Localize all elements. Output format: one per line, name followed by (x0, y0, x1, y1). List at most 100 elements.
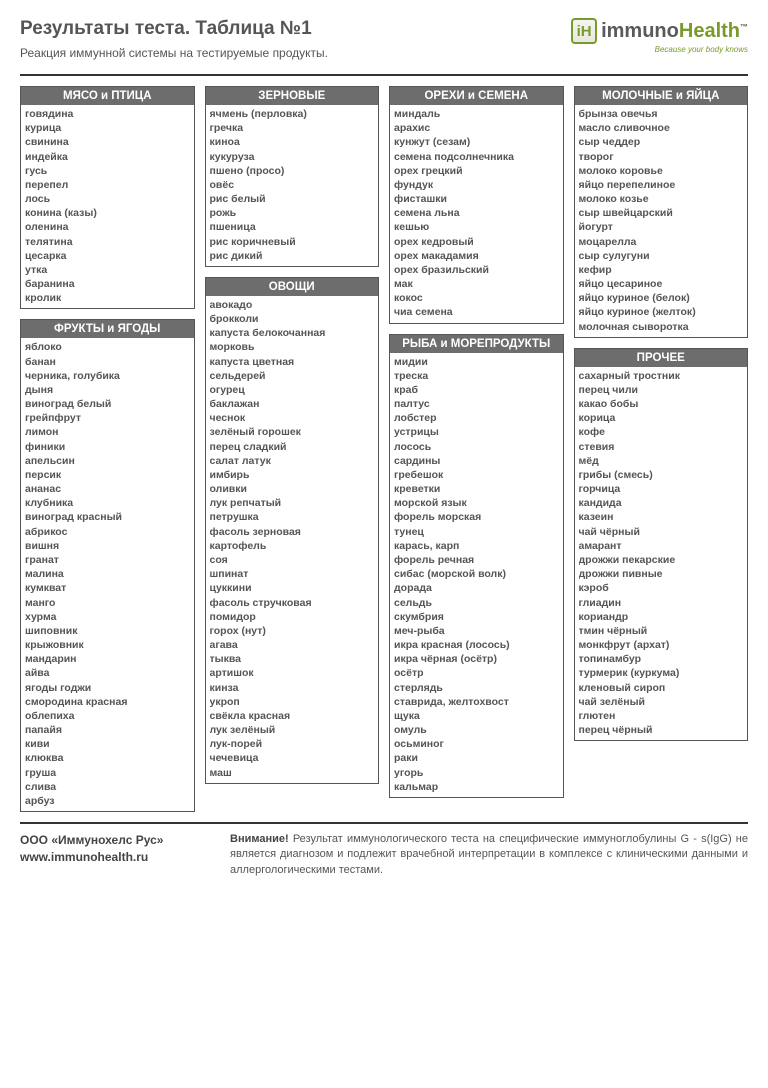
list-item: лобстер (394, 411, 559, 425)
list-item: ягоды годжи (25, 681, 190, 695)
list-item: арахис (394, 121, 559, 135)
category-header: ПРОЧЕЕ (575, 349, 748, 367)
category-body: говядинакурицасвининаиндейкагусьперепелл… (21, 105, 194, 308)
list-item: кефир (579, 263, 744, 277)
list-item: гранат (25, 553, 190, 567)
list-item: семена подсолнечника (394, 150, 559, 164)
list-item: кокос (394, 291, 559, 305)
category-header: РЫБА и МОРЕПРОДУКТЫ (390, 335, 563, 353)
top-divider (20, 74, 748, 76)
list-item: ставрида, желтохвост (394, 695, 559, 709)
column: ОРЕХИ и СЕМЕНАминдальарахискунжут (сезам… (389, 86, 564, 812)
list-item: стевия (579, 440, 744, 454)
footer-warning: Внимание! Результат иммунологического те… (230, 832, 748, 878)
category-body: авокадоброкколикапуста белокочаннаяморко… (206, 296, 379, 783)
list-item: чеснок (210, 411, 375, 425)
list-item: фасоль зерновая (210, 525, 375, 539)
warning-text: Результат иммунологического теста на спе… (230, 833, 748, 876)
list-item: кленовый сироп (579, 681, 744, 695)
list-item: кукуруза (210, 150, 375, 164)
list-item: морковь (210, 340, 375, 354)
list-item: черника, голубика (25, 369, 190, 383)
list-item: капуста белокочанная (210, 326, 375, 340)
list-item: брокколи (210, 312, 375, 326)
list-item: шиповник (25, 624, 190, 638)
list-item: фундук (394, 178, 559, 192)
list-item: лук репчатый (210, 496, 375, 510)
list-item: сыр чеддер (579, 135, 744, 149)
list-item: помидор (210, 610, 375, 624)
category-header: ОВОЩИ (206, 278, 379, 296)
list-item: кэроб (579, 581, 744, 595)
category-header: ОРЕХИ и СЕМЕНА (390, 87, 563, 105)
logo-top: iH immunoHealth™ (571, 18, 748, 44)
list-item: масло сливочное (579, 121, 744, 135)
list-item: кешью (394, 220, 559, 234)
list-item: творог (579, 150, 744, 164)
brand-logo: iH immunoHealth™ Because your body knows (571, 18, 748, 54)
list-item: дыня (25, 383, 190, 397)
list-item: пшеница (210, 220, 375, 234)
list-item: арбуз (25, 794, 190, 808)
list-item: манго (25, 596, 190, 610)
list-item: пшено (просо) (210, 164, 375, 178)
list-item: грейпфрут (25, 411, 190, 425)
list-item: мандарин (25, 652, 190, 666)
list-item: скумбрия (394, 610, 559, 624)
list-item: рожь (210, 206, 375, 220)
page-subtitle: Реакция иммунной системы на тестируемые … (20, 46, 328, 60)
category-body: яблокобананчерника, голубикадынявиноград… (21, 338, 194, 811)
category-box: ОВОЩИавокадоброкколикапуста белокочанная… (205, 277, 380, 784)
list-item: перец чёрный (579, 723, 744, 737)
list-item: салат латук (210, 454, 375, 468)
list-item: оленина (25, 220, 190, 234)
list-item: тыква (210, 652, 375, 666)
category-body: брынза овечьямасло сливочноесыр чеддертв… (575, 105, 748, 337)
list-item: амарант (579, 539, 744, 553)
list-item: угорь (394, 766, 559, 780)
list-item: яйцо куриное (белок) (579, 291, 744, 305)
list-item: укроп (210, 695, 375, 709)
page-title: Результаты теста. Таблица №1 (20, 18, 328, 40)
list-item: виноград красный (25, 510, 190, 524)
list-item: омуль (394, 723, 559, 737)
list-item: сыр сулугуни (579, 249, 744, 263)
list-item: щука (394, 709, 559, 723)
list-item: палтус (394, 397, 559, 411)
list-item: орех кедровый (394, 235, 559, 249)
logo-icon: iH (571, 18, 597, 44)
list-item: морской язык (394, 496, 559, 510)
category-body: сахарный тростникперец чиликакао бобыкор… (575, 367, 748, 740)
list-item: чай зелёный (579, 695, 744, 709)
list-item: кальмар (394, 780, 559, 794)
list-item: тмин чёрный (579, 624, 744, 638)
list-item: сельдь (394, 596, 559, 610)
list-item: капуста цветная (210, 355, 375, 369)
list-item: баклажан (210, 397, 375, 411)
list-item: форель речная (394, 553, 559, 567)
category-body: мидиитрескакрабпалтуслобстерустрицылосос… (390, 353, 563, 797)
list-item: горчица (579, 482, 744, 496)
list-item: глютен (579, 709, 744, 723)
list-item: финики (25, 440, 190, 454)
list-item: монкфрут (архат) (579, 638, 744, 652)
list-item: молоко коровье (579, 164, 744, 178)
list-item: вишня (25, 539, 190, 553)
list-item: сибас (морской волк) (394, 567, 559, 581)
list-item: свинина (25, 135, 190, 149)
list-item: клубника (25, 496, 190, 510)
list-item: авокадо (210, 298, 375, 312)
list-item: оливки (210, 482, 375, 496)
list-item: сардины (394, 454, 559, 468)
list-item: устрицы (394, 425, 559, 439)
logo-tagline: Because your body knows (655, 45, 748, 54)
category-header: МЯСО и ПТИЦА (21, 87, 194, 105)
list-item: облепиха (25, 709, 190, 723)
list-item: перец чили (579, 383, 744, 397)
list-item: агава (210, 638, 375, 652)
category-header: ЗЕРНОВЫЕ (206, 87, 379, 105)
list-item: кунжут (сезам) (394, 135, 559, 149)
list-item: ананас (25, 482, 190, 496)
list-item: папайя (25, 723, 190, 737)
list-item: карась, карп (394, 539, 559, 553)
